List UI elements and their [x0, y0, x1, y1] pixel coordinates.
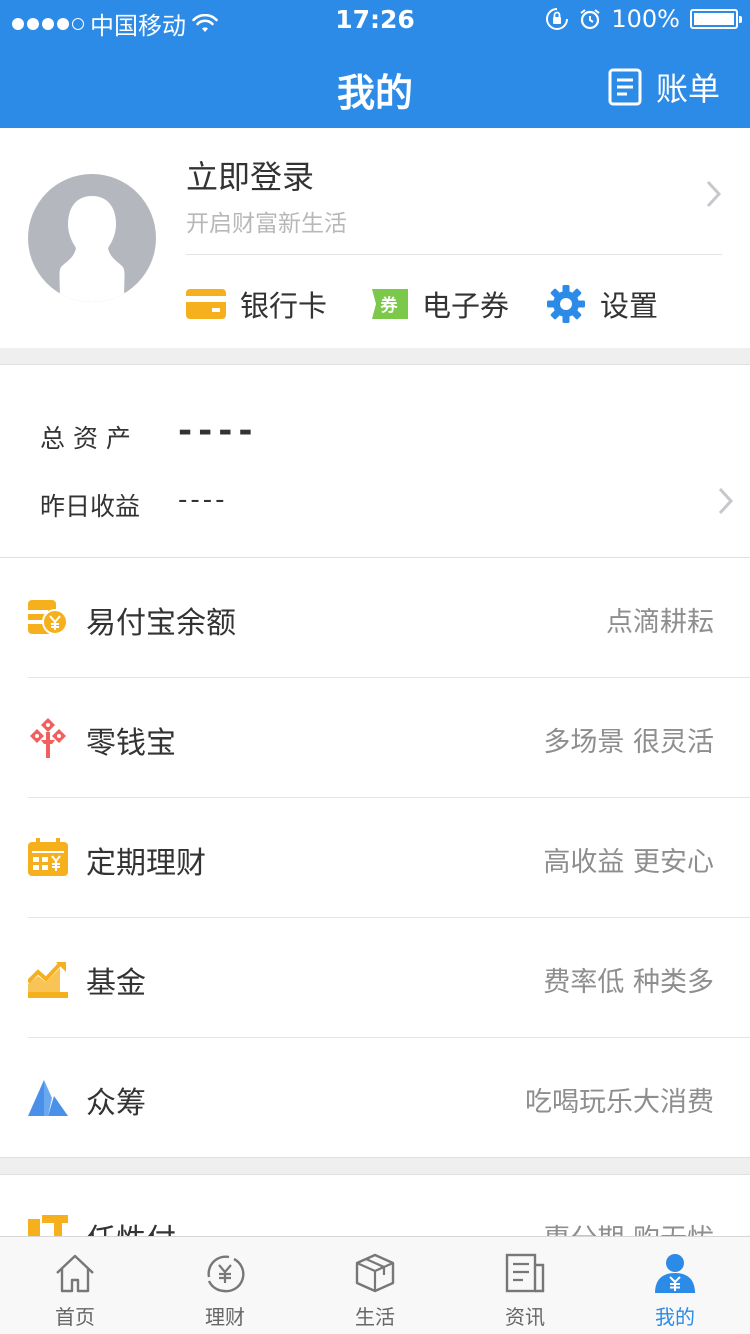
wallet-yuan-icon [28, 600, 68, 635]
yesterday-earnings-label: 昨日收益 [40, 492, 141, 521]
alarm-icon [580, 9, 600, 30]
yuan-circle-icon [207, 1255, 245, 1293]
profile-card: 立即登录 开启财富新生活 银行卡 券 电子券 设置 [0, 128, 750, 348]
settings-label: 设置 [600, 289, 659, 323]
product-row-fund[interactable]: 基金 费率低 种类多 [0, 918, 750, 1038]
default-avatar-icon [59, 196, 125, 302]
gear-icon [547, 285, 585, 323]
product-row-balance[interactable]: 易付宝余额 点滴耕耘 [0, 558, 750, 678]
bank-card-label: 银行卡 [240, 289, 328, 323]
bill-label: 账单 [655, 70, 720, 108]
coupon-label: 电子券 [422, 289, 510, 323]
chevron-right-icon[interactable] [718, 487, 734, 515]
product-desc: 高收益 更安心 [543, 847, 714, 878]
total-assets-label: 总 资 产 [40, 424, 131, 453]
total-assets-value: ---- [178, 411, 259, 451]
login-link[interactable]: 立即登录 [186, 152, 314, 198]
product-row-fixed-term[interactable]: 定期理财 高收益 更安心 [0, 798, 750, 918]
product-name: 易付宝余额 [86, 606, 236, 641]
coupon-icon-text: 券 [380, 295, 399, 316]
tab-bar: 首页 理财 生活 资讯 我的 [0, 1236, 750, 1334]
trend-chart-icon [28, 962, 68, 998]
user-icon [655, 1254, 695, 1293]
product-desc: 点滴耕耘 [606, 607, 714, 638]
product-name: 基金 [86, 966, 146, 1001]
tab-label: 理财 [205, 1305, 245, 1329]
avatar[interactable] [28, 174, 156, 302]
product-desc: 多场景 很灵活 [543, 727, 714, 758]
product-desc: 费率低 种类多 [543, 967, 714, 998]
home-icon [56, 1254, 94, 1293]
battery-percent: 100% [611, 5, 680, 33]
settings-button[interactable]: 设置 [546, 283, 658, 325]
product-name: 定期理财 [86, 846, 206, 881]
tab-label: 首页 [55, 1305, 95, 1329]
calendar-yuan-icon [28, 838, 68, 876]
coupon-button[interactable]: 券 电子券 [366, 283, 509, 325]
coupon-icon: 券 [372, 289, 408, 319]
bill-button[interactable]: 账单 [608, 64, 720, 110]
crowdfund-icon [28, 1080, 68, 1116]
tab-news[interactable]: 资讯 [450, 1237, 600, 1334]
tab-finance[interactable]: 理财 [150, 1237, 300, 1334]
tab-label: 资讯 [505, 1305, 545, 1329]
product-name: 零钱宝 [86, 726, 176, 761]
product-name: 众筹 [86, 1086, 146, 1121]
tab-life[interactable]: 生活 [300, 1237, 450, 1334]
news-icon [505, 1253, 545, 1293]
tab-mine[interactable]: 我的 [600, 1237, 750, 1334]
divider [186, 254, 722, 255]
status-bar: 中国移动 17:26 100% [0, 0, 750, 40]
bill-list-icon [608, 68, 642, 106]
box-icon [355, 1253, 395, 1293]
bank-card-icon [186, 289, 226, 319]
product-list: 易付宝余额 点滴耕耘 零钱宝 多场景 很灵活 定期理财 高收益 更安心 基金 费… [0, 558, 750, 1158]
tab-label: 我的 [655, 1305, 695, 1329]
chevron-right-icon[interactable] [706, 180, 722, 208]
product-row-change-treasure[interactable]: 零钱宝 多场景 很灵活 [0, 678, 750, 798]
product-row-crowdfund[interactable]: 众筹 吃喝玩乐大消费 [0, 1038, 750, 1158]
change-treasure-icon [30, 718, 66, 758]
tab-label: 生活 [355, 1305, 395, 1329]
rotation-lock-icon [546, 8, 569, 30]
assets-summary[interactable]: 总 资 产 ---- 昨日收益 ---- [0, 364, 750, 558]
product-desc: 吃喝玩乐大消费 [525, 1087, 714, 1118]
login-subtitle: 开启财富新生活 [186, 211, 347, 237]
bank-card-button[interactable]: 银行卡 [186, 283, 327, 325]
yesterday-earnings-value: ---- [178, 485, 228, 515]
battery-icon [690, 9, 742, 29]
tab-home[interactable]: 首页 [0, 1237, 150, 1334]
header: 中国移动 17:26 100% 我的 账单 [0, 0, 750, 128]
